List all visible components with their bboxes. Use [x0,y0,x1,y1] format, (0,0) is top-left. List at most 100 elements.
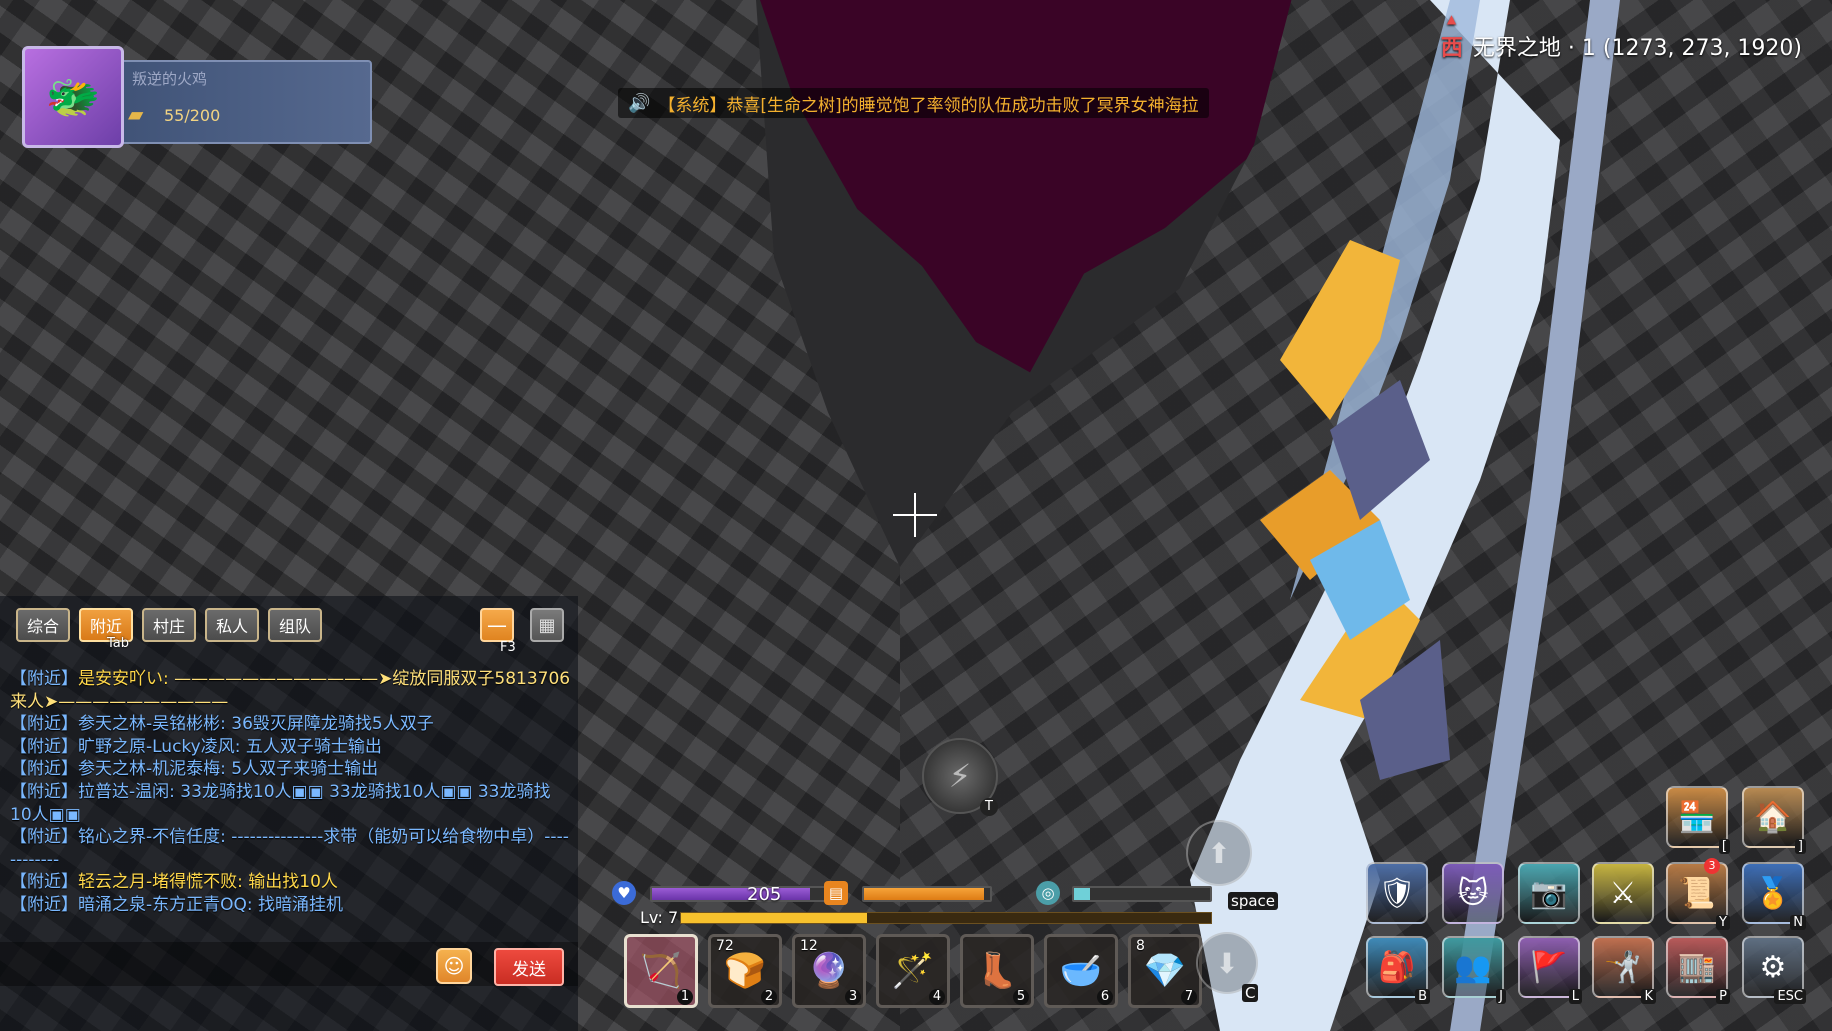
chat-message-text: 找暗涌挂机 [258,894,344,915]
status-bars: ♥ 205 ▤ ◎ Lv: 7 [612,878,1212,928]
shortcut-key: L [1568,989,1582,1004]
xp-bar [680,912,1212,924]
chat-message-sender[interactable]: 参天之林-吴铭彬彬: [78,714,226,734]
player-capacity: 55/200 [164,106,221,125]
chat-tab-label: 组队 [278,617,311,636]
arrow-up-icon: ⬆ [1207,836,1231,870]
chat-tab-label: 村庄 [152,617,185,636]
flag-icon: 🚩 [1530,949,1568,985]
bow-icon: 🏹 [639,951,683,991]
achievement-icon: 🏅 [1754,875,1792,911]
item-count: 12 [800,938,818,954]
player-avatar[interactable]: 🐲 [22,46,124,148]
settings-button[interactable]: ⚙ ESC [1742,936,1806,1004]
shortcut-key: Y [1716,915,1730,930]
hotbar-key: 3 [845,989,861,1005]
compass-direction: 西 [1440,36,1463,61]
quest-icon: 📜 [1678,875,1716,911]
chat-input[interactable] [0,942,578,986]
chat-message-sender[interactable]: 拉普达-温闲: [78,782,175,802]
compass-arrow-icon: ▲ [1446,12,1457,26]
home-icon: 🏠 [1754,799,1792,835]
chat-message-sender[interactable]: 铭心之界-不信任度: [78,827,226,847]
chat-message-channel: 【附近】 [10,827,78,848]
shop-button[interactable]: 🏪[ [1666,786,1730,854]
send-button[interactable]: 发送 [494,948,564,986]
achievement-button[interactable]: 🏅 N [1742,862,1806,930]
jump-key: space [1228,892,1279,910]
chat-tab[interactable]: 私人 [205,608,259,642]
skill-button[interactable]: 🤺 K [1592,936,1656,1004]
hotbar-slot-3[interactable]: 🔮 12 3 [792,934,866,1008]
mana-bar-fill [1074,888,1091,900]
shortcut-key: ] [1794,839,1806,854]
hotbar-slot-4[interactable]: 🪄 4 [876,934,950,1008]
chat-message: 【附近】参天之林-机泥泰梅: 5人双子来骑士输出 [10,758,572,781]
crosshair [893,493,937,537]
friends-icon: 👥 [1454,949,1492,985]
quest-button[interactable]: 📜 Y 3 [1666,858,1730,930]
chat-message-channel: 【附近】 [10,872,78,893]
chat-message-text: 输出找10人 [248,872,338,893]
speaker-icon: 🔊 [628,92,651,114]
hotbar-key: 6 [1097,989,1113,1005]
chat-collapse-button[interactable]: — F3 [480,608,516,655]
chat-tab[interactable]: 村庄 [142,608,196,642]
hotbar-slot-1[interactable]: 🏹 1 [624,934,698,1008]
chat-message-sender[interactable]: 参天之林-机泥泰梅: [78,759,226,779]
lightning-icon: ⚡ [948,757,972,795]
jump-button[interactable]: ⬆ space [1186,820,1279,910]
smiley-icon: ☺ [443,954,465,978]
chat-message-text: 五人双子骑士输出 [245,736,382,757]
hp-bar [650,886,830,902]
chat-tab-hint: Tab [107,636,130,651]
market-button[interactable]: 🏬 P [1666,936,1730,1004]
camera-icon: 📷 [1530,875,1568,911]
hotbar-key: 7 [1181,989,1197,1005]
player-name: 叛逆的火鸡 [132,70,208,88]
battle-button[interactable]: ⚔ [1592,862,1654,924]
hotbar-slot-7[interactable]: 💎 8 7 [1128,934,1202,1008]
pet-button[interactable]: 🐱 [1442,862,1504,924]
location-display: ▲ 西无界之地 · 1 (1273, 273, 1920) [1440,12,1802,62]
chat-tab[interactable]: 组队 [268,608,322,642]
friends-button[interactable]: 👥 J [1442,936,1506,1004]
guild-icon: 🛡 [1377,875,1417,911]
chat-message-sender[interactable]: 旷野之原-Lucky凌风: [78,737,240,757]
chat-message-channel: 【附近】 [10,669,78,689]
chat-message: 【附近】轻云之月-堵得慌不败: 输出找10人 [10,871,572,894]
chat-messages: 【附近】是安安吖い: ————————————➤绽放同服双子5813706来人➤… [10,668,572,917]
chat-message: 【附近】暗涌之泉-东方正青OQ: 找暗涌挂机 [10,894,572,917]
chat-panel: 综合 附近 Tab 村庄 私人 组队 — F3 ▦ 【附近】是安安吖い: ————————… [0,596,578,1031]
flag-button[interactable]: 🚩 L [1518,936,1582,1004]
guild-button[interactable]: 🛡 [1366,862,1428,924]
player-card[interactable]: 🐲 叛逆的火鸡 ▰ 55/200 [22,46,372,148]
camera-button[interactable]: 📷 [1518,862,1580,924]
mana-bar [1072,886,1212,902]
hp-value: 205 [747,884,782,905]
totem-button[interactable]: ⚡ T [922,738,998,816]
chat-tab-label: 私人 [215,617,248,636]
chat-collapse-hint: F3 [500,640,516,655]
hotbar-slot-6[interactable]: 🥣 6 [1044,934,1118,1008]
location-text: 无界之地 · 1 (1273, 273, 1920) [1472,36,1802,61]
hotbar-slot-2[interactable]: 🍞 72 2 [708,934,782,1008]
shortcut-key: [ [1718,839,1730,854]
descend-button[interactable]: ⬇ C [1196,932,1259,1002]
chat-message-sender[interactable]: 轻云之月-堵得慌不败: [78,872,243,892]
chat-tab[interactable]: 附近 Tab [79,608,133,651]
home-button[interactable]: 🏠] [1742,786,1806,854]
scroll-icon: ▰ [128,102,144,126]
mana-icon: ◎ [1036,881,1060,905]
chat-message-sender[interactable]: 是安安吖い: [78,669,169,689]
chat-message-sender[interactable]: 暗涌之泉-东方正青OQ: [78,895,253,915]
level-label: Lv: 7 [640,908,679,927]
system-notice: 🔊 【系统】恭喜[生命之树]的睡觉饱了率领的队伍成功击败了冥界女神海拉 [618,88,1209,118]
emoji-button[interactable]: ☺ [436,948,472,984]
hotbar-slot-5[interactable]: 👢 5 [960,934,1034,1008]
chat-tab[interactable]: 综合 [16,608,70,642]
bag-button[interactable]: 🎒 B [1366,936,1430,1004]
chat-grid-button[interactable]: ▦ [530,608,564,642]
shortcut-key: P [1716,989,1730,1004]
gem-icon: 💎 [1143,951,1187,991]
